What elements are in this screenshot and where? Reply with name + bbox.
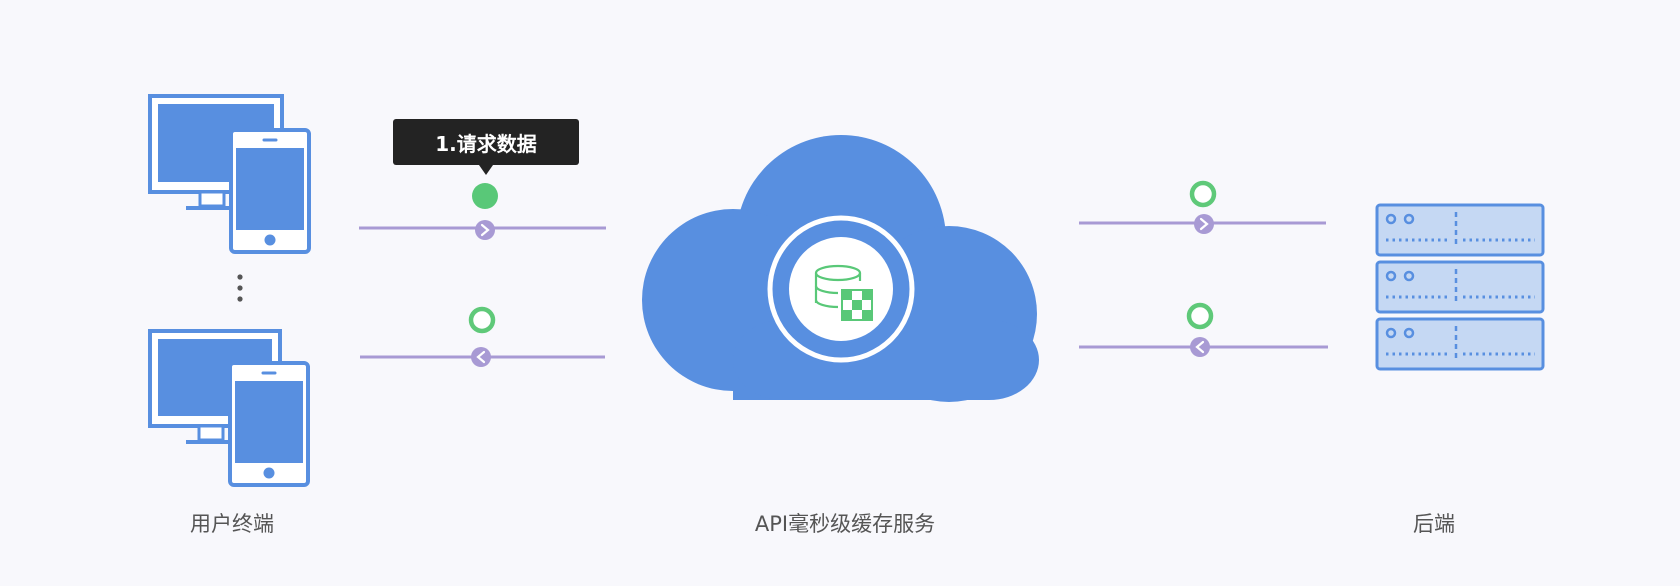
chevron-left-icon [1190, 337, 1210, 357]
step-indicator [1186, 302, 1214, 330]
database-cache-icon [767, 215, 915, 363]
client-device-top [148, 94, 311, 254]
active-step-indicator [472, 183, 498, 209]
chevron-left-icon [471, 347, 491, 367]
smartphone-icon [229, 128, 311, 254]
step-tooltip: 1.请求数据 [393, 119, 579, 175]
request-connector-left [359, 183, 606, 240]
server-rack-icon [1375, 203, 1545, 371]
smartphone-icon [228, 361, 310, 487]
client-label: 用户终端 [190, 512, 274, 536]
step-indicator [1189, 180, 1217, 208]
cache-service-label: API毫秒级缓存服务 [754, 512, 936, 536]
architecture-diagram [148, 94, 1545, 487]
server-unit [1375, 260, 1545, 314]
backend-label: 后端 [1413, 512, 1455, 536]
chevron-right-icon [1194, 214, 1214, 234]
server-unit [1375, 203, 1545, 257]
ellipsis-vertical-icon [237, 274, 243, 302]
server-unit [1375, 317, 1545, 371]
client-device-bottom [148, 329, 310, 487]
step-tooltip-label: 1.请求数据 [435, 131, 537, 156]
step-indicator [468, 306, 496, 334]
response-connector-left [360, 306, 605, 367]
chevron-right-icon [475, 220, 495, 240]
request-connector-right [1079, 180, 1326, 234]
response-connector-right [1079, 302, 1328, 357]
